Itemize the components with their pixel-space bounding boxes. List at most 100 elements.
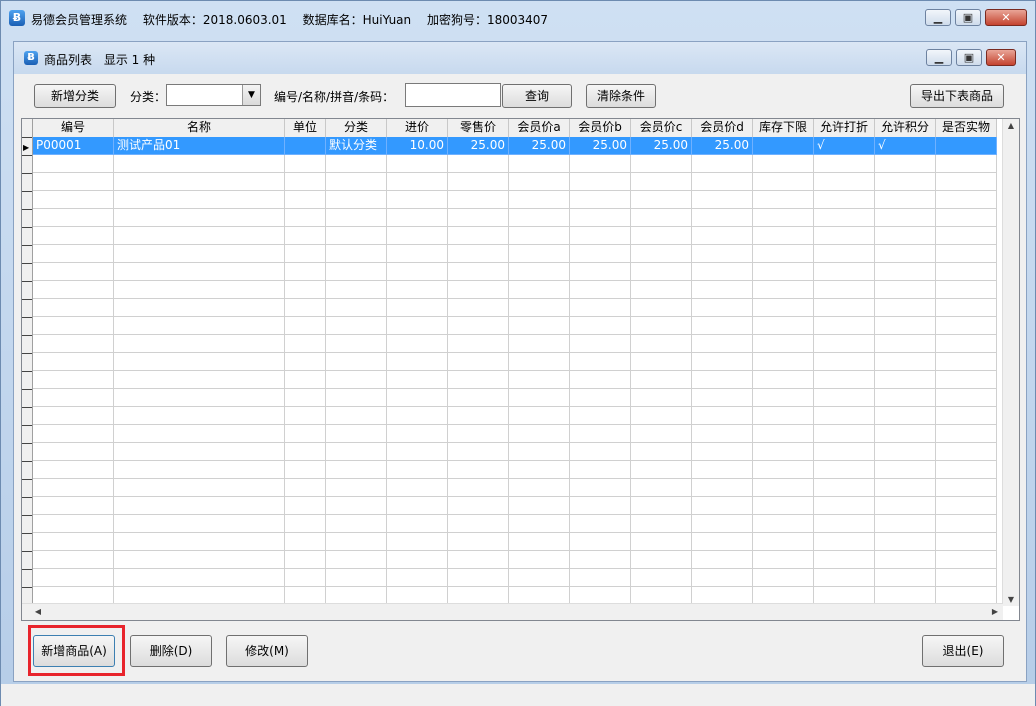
column-header[interactable]: 编号 (33, 119, 114, 137)
scroll-left-icon[interactable]: ◀ (30, 607, 46, 616)
column-header[interactable]: 会员价c (631, 119, 692, 137)
search-input[interactable] (405, 83, 501, 107)
column-header[interactable]: 会员价a (509, 119, 570, 137)
empty-cell (509, 335, 570, 353)
scroll-down-icon[interactable]: ▼ (1003, 595, 1019, 604)
empty-cell (285, 245, 326, 263)
dropdown-arrow-icon[interactable]: ▼ (242, 85, 260, 105)
empty-cell (814, 515, 875, 533)
child-minimize-button[interactable]: ▁ (926, 49, 952, 66)
empty-cell (509, 245, 570, 263)
empty-cell (814, 317, 875, 335)
cell-member-price-c[interactable]: 25.00 (631, 137, 692, 155)
column-header[interactable]: 允许打折 (814, 119, 875, 137)
column-header[interactable]: 名称 (114, 119, 285, 137)
empty-cell (448, 281, 509, 299)
row-separator (22, 155, 32, 156)
export-products-button[interactable]: 导出下表商品 (910, 84, 1004, 108)
empty-cell (387, 227, 448, 245)
table-body: P00001 测试产品01 默认分类 10.00 25.00 25.00 25.… (33, 137, 997, 155)
empty-cell (631, 425, 692, 443)
empty-cell (753, 389, 814, 407)
cell-is-physical[interactable] (936, 137, 997, 155)
current-row-arrow-icon: ▶ (23, 143, 30, 152)
cell-cost-price[interactable]: 10.00 (387, 137, 448, 155)
add-category-button[interactable]: 新增分类 (34, 84, 116, 108)
empty-cell (570, 515, 631, 533)
empty-cell (692, 299, 753, 317)
empty-cell (387, 263, 448, 281)
empty-cell (814, 443, 875, 461)
empty-cell (570, 209, 631, 227)
vertical-scrollbar[interactable]: ▲ ▼ (1002, 119, 1019, 606)
cell-member-price-a[interactable]: 25.00 (509, 137, 570, 155)
row-separator (22, 299, 32, 300)
main-maximize-button[interactable]: ▣ (955, 9, 981, 26)
cell-allow-discount[interactable]: √ (814, 137, 875, 155)
scroll-up-icon[interactable]: ▲ (1003, 121, 1019, 130)
cell-member-price-d[interactable]: 25.00 (692, 137, 753, 155)
empty-cell (936, 389, 997, 407)
empty-cell (448, 173, 509, 191)
column-header[interactable]: 允许积分 (875, 119, 936, 137)
empty-cell (326, 515, 387, 533)
column-header[interactable]: 是否实物 (936, 119, 997, 137)
empty-cell (814, 353, 875, 371)
column-header[interactable]: 库存下限 (753, 119, 814, 137)
column-header[interactable]: 零售价 (448, 119, 509, 137)
cell-category[interactable]: 默认分类 (326, 137, 387, 155)
empty-cell (448, 245, 509, 263)
empty-cell (753, 479, 814, 497)
column-header[interactable]: 会员价d (692, 119, 753, 137)
empty-cell (875, 227, 936, 245)
empty-cell (326, 569, 387, 587)
column-header[interactable]: 单位 (285, 119, 326, 137)
main-title-bar: Ƀ 易德会员管理系统 软件版本：2018.0603.01 数据库名：HuiYua… (1, 1, 1035, 35)
cell-allow-points[interactable]: √ (875, 137, 936, 155)
empty-cell (114, 461, 285, 479)
empty-cell (509, 407, 570, 425)
empty-table-row (33, 299, 997, 317)
empty-cell (114, 551, 285, 569)
main-close-button[interactable]: ✕ (985, 9, 1027, 26)
empty-cell (509, 515, 570, 533)
delete-button[interactable]: 删除(D) (130, 635, 212, 667)
empty-cell (631, 209, 692, 227)
clear-conditions-button[interactable]: 清除条件 (586, 84, 656, 108)
empty-cell (448, 569, 509, 587)
empty-cell (570, 281, 631, 299)
horizontal-scrollbar[interactable]: ◀ ▶ (22, 603, 1003, 620)
empty-cell (33, 209, 114, 227)
product-table[interactable]: 编号 名称 单位 分类 进价 零售价 会员价a 会员价b 会员价c 会员价d 库… (21, 118, 1020, 621)
child-close-button[interactable]: ✕ (986, 49, 1016, 66)
empty-cell (631, 551, 692, 569)
cell-member-price-b[interactable]: 25.00 (570, 137, 631, 155)
scroll-right-icon[interactable]: ▶ (987, 607, 1003, 616)
category-select[interactable]: ▼ (166, 84, 261, 106)
empty-cell (875, 569, 936, 587)
exit-button[interactable]: 退出(E) (922, 635, 1004, 667)
child-maximize-button[interactable]: ▣ (956, 49, 982, 66)
empty-cell (114, 173, 285, 191)
empty-cell (631, 389, 692, 407)
empty-cell (753, 335, 814, 353)
query-button[interactable]: 查询 (502, 84, 572, 108)
column-header[interactable]: 分类 (326, 119, 387, 137)
column-header[interactable]: 会员价b (570, 119, 631, 137)
cell-stock-min[interactable] (753, 137, 814, 155)
column-header[interactable]: 进价 (387, 119, 448, 137)
empty-cell (33, 281, 114, 299)
empty-cell (753, 209, 814, 227)
modify-button[interactable]: 修改(M) (226, 635, 308, 667)
table-row[interactable]: P00001 测试产品01 默认分类 10.00 25.00 25.00 25.… (33, 137, 997, 155)
cell-code[interactable]: P00001 (33, 137, 114, 155)
empty-table-row (33, 209, 997, 227)
empty-cell (631, 245, 692, 263)
cell-unit[interactable] (285, 137, 326, 155)
empty-table-row (33, 443, 997, 461)
empty-table-row (33, 191, 997, 209)
main-minimize-button[interactable]: ▁ (925, 9, 951, 26)
cell-name[interactable]: 测试产品01 (114, 137, 285, 155)
cell-retail-price[interactable]: 25.00 (448, 137, 509, 155)
row-separator (22, 479, 32, 480)
